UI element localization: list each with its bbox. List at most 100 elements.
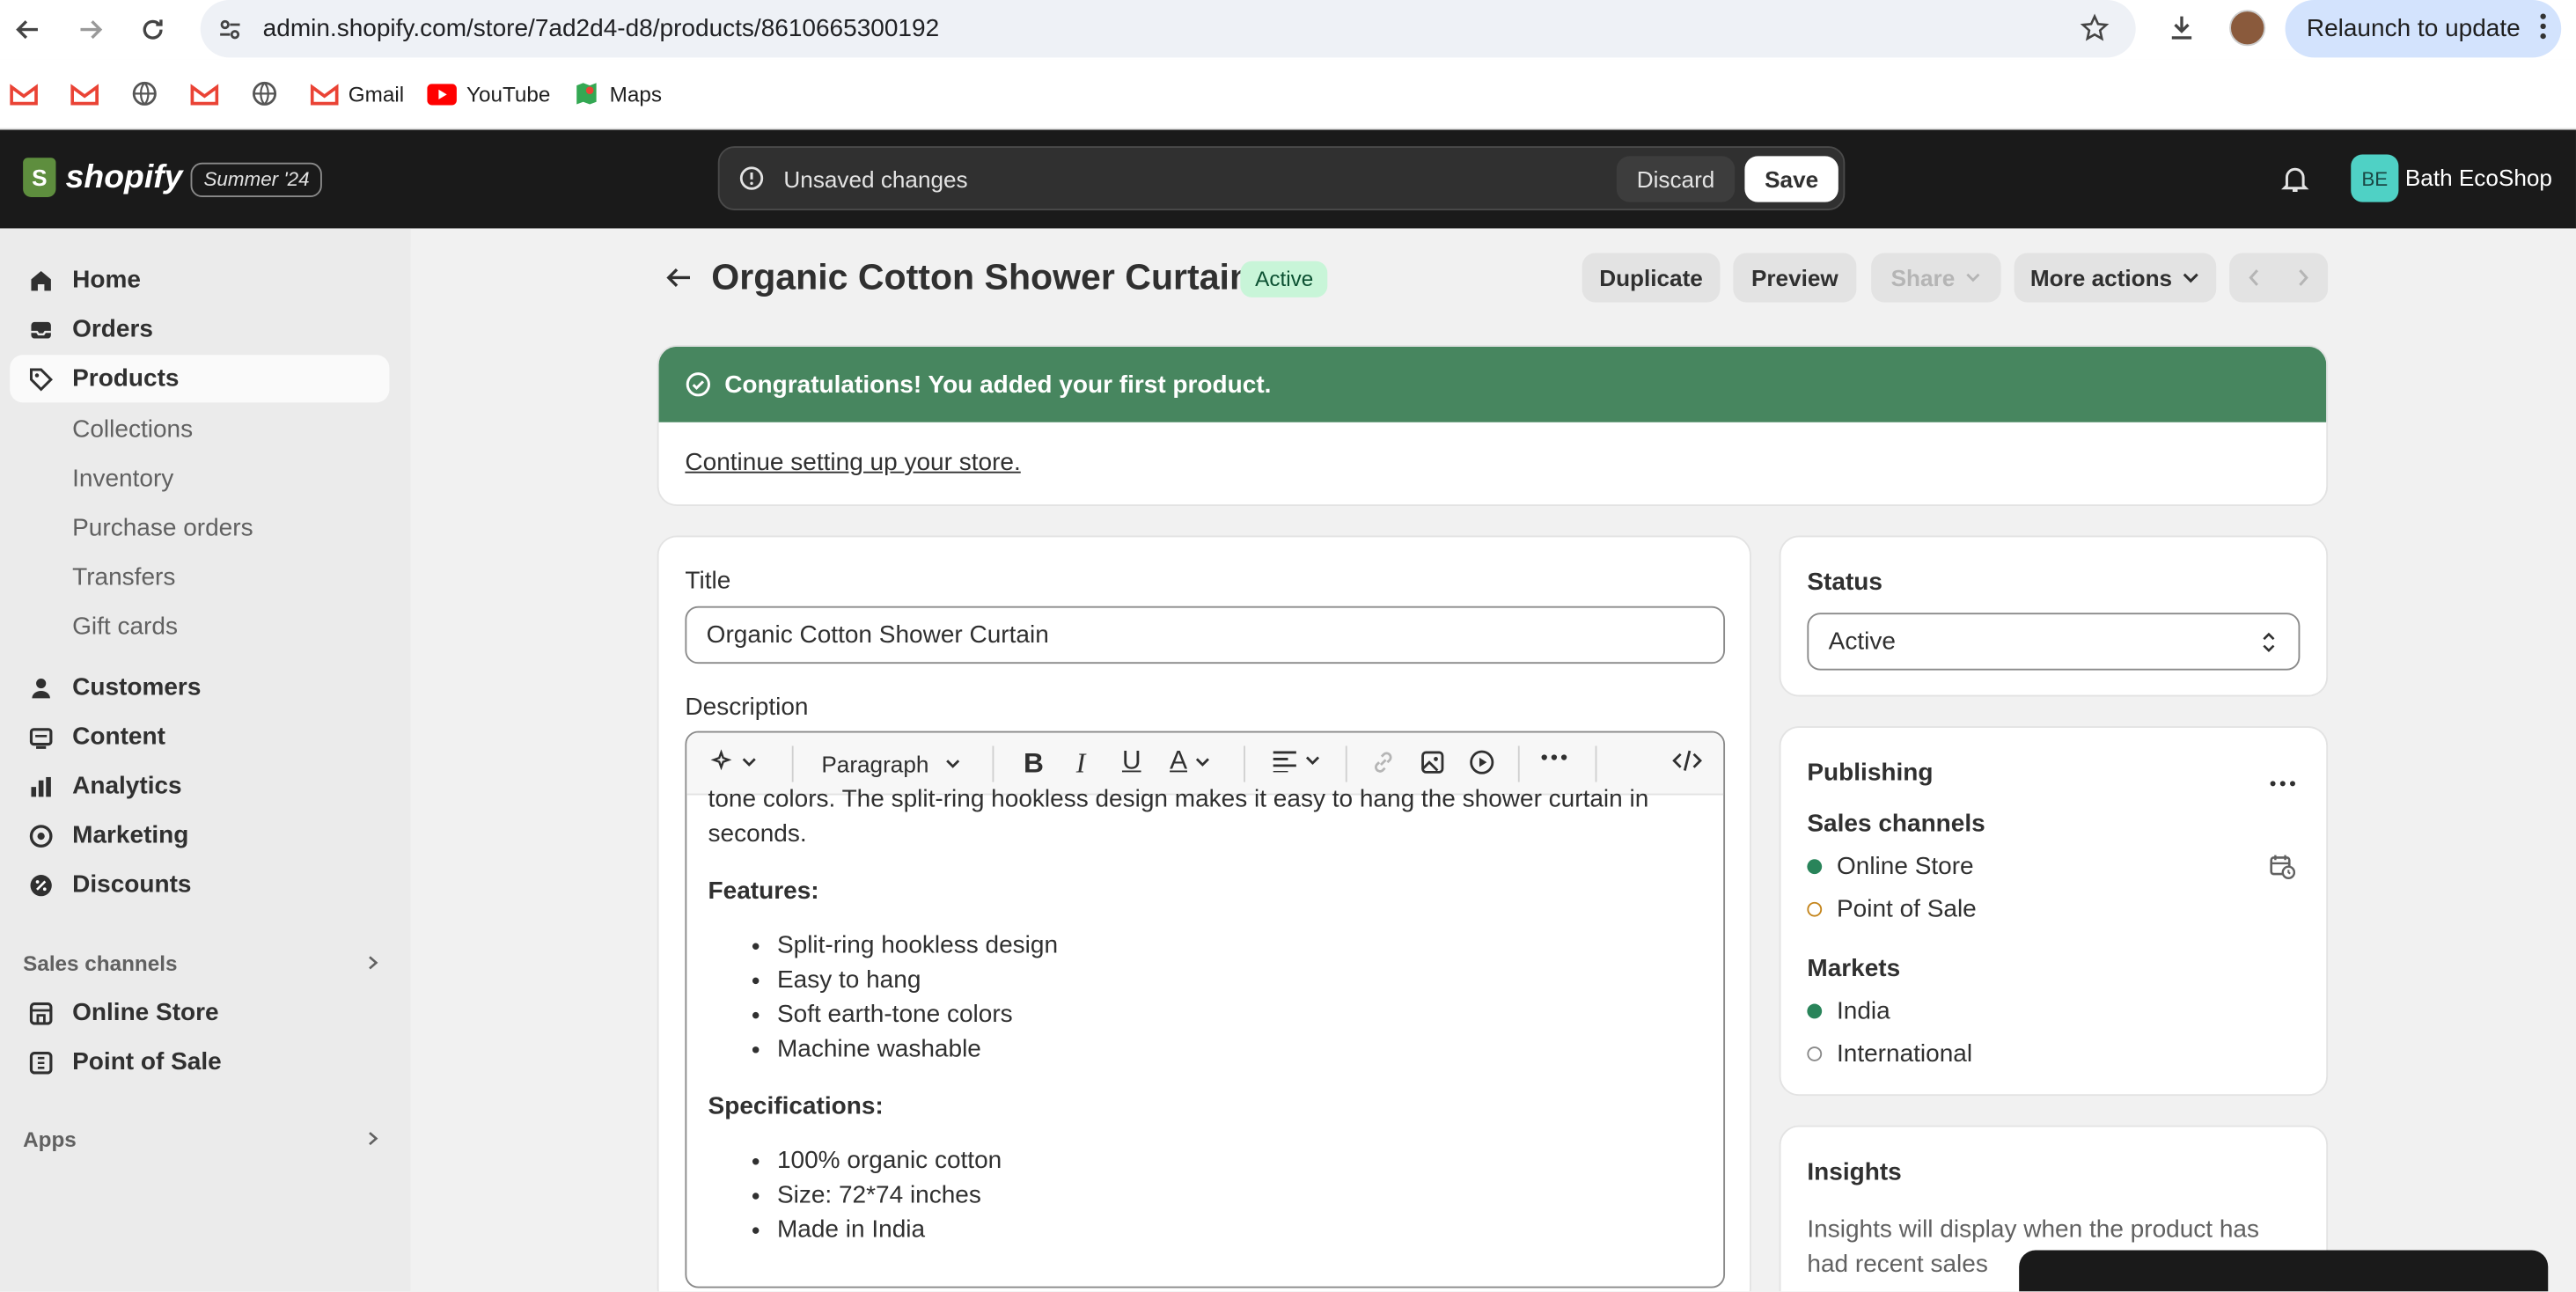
sidebar-item-online-store[interactable]: Online Store [10,989,389,1037]
forward-icon[interactable] [66,5,115,55]
sidebar-item-label: Online Store [72,998,219,1027]
sidebar-subitem-transfers[interactable]: Transfers [72,563,175,591]
paragraph-select-label: Paragraph [821,751,929,777]
sidebar-subitem-purchase-orders[interactable]: Purchase orders [72,514,253,542]
code-view-icon[interactable] [1672,749,1702,772]
edition-badge[interactable]: Summer '24 [190,162,323,198]
sidebar-item-home[interactable]: Home [10,256,389,304]
reload-icon[interactable] [128,5,178,55]
shopify-logo[interactable]: S shopify [23,158,182,198]
next-arrow-icon[interactable] [2279,268,2328,287]
chevron-right-icon [364,1127,381,1152]
preview-button[interactable]: Preview [1733,253,1857,303]
storefront-icon [10,1000,72,1026]
sidebar-item-marketing[interactable]: Marketing [10,811,389,859]
discard-button[interactable]: Discard [1616,156,1736,202]
bookmark-gmail-2[interactable] [70,83,108,105]
link-icon[interactable] [1370,749,1397,775]
continue-setup-link[interactable]: Continue setting up your store. [685,449,1020,477]
shopify-topbar: S shopify Summer '24 Unsaved changes Dis… [0,129,2576,229]
sidebar-item-content[interactable]: Content [10,713,389,760]
sidebar-item-point-of-sale[interactable]: Point of Sale [10,1039,389,1086]
sidebar-sales-channels-header[interactable]: Sales channels [23,951,381,976]
status-badge: Active [1240,261,1329,297]
shopify-bag-icon: S [23,158,56,198]
chevron-down-icon [2183,273,2199,283]
store-avatar[interactable]: BE [2351,154,2399,202]
sidebar-subitem-inventory[interactable]: Inventory [72,465,173,493]
relaunch-label: Relaunch to update [2306,14,2521,43]
bookmark-gmail-1[interactable] [10,83,48,105]
image-icon[interactable] [1420,749,1446,775]
sales-channels-label: Sales channels [1807,810,1985,839]
store-name[interactable]: Bath EcoShop [2405,165,2552,191]
bookmark-youtube[interactable]: YouTube [427,81,550,106]
more-horizontal-icon[interactable] [2269,767,2297,797]
list-item: Easy to hang [777,963,1702,997]
more-horizontal-icon[interactable] [1539,752,1569,762]
ai-magic-button[interactable] [709,749,757,774]
sidebar-item-orders[interactable]: Orders [10,305,389,353]
calendar-schedule-icon[interactable] [2269,853,2297,889]
home-icon [10,267,72,293]
status-heading: Status [1807,568,1882,597]
address-bar[interactable]: admin.shopify.com/store/7ad2d4-d8/produc… [200,0,2136,58]
notifications-bell-icon[interactable] [2280,165,2310,202]
market-india: India [1807,997,1890,1025]
save-button[interactable]: Save [1744,156,1838,202]
product-details-card: Title Organic Cotton Shower Curtain Desc… [657,535,1751,1292]
bookmark-maps[interactable]: Maps [574,80,662,106]
align-button[interactable] [1272,749,1321,773]
text-color-icon: A [1170,747,1188,776]
back-icon[interactable] [4,5,53,55]
tag-icon [10,365,72,392]
inbox-icon [10,316,72,342]
bookmark-globe-1[interactable] [131,80,167,106]
gmail-icon [10,83,38,105]
download-icon[interactable] [2167,13,2197,51]
toolbar-divider [1345,745,1347,782]
bookmark-gmail[interactable]: Gmail [310,81,404,106]
sidebar-apps-header[interactable]: Apps [23,1127,381,1152]
sidebar-item-label: Analytics [72,772,182,801]
site-settings-icon[interactable] [201,16,260,42]
bookmark-label: Maps [609,81,662,106]
bookmark-star-icon[interactable] [2080,13,2110,51]
more-actions-button[interactable]: More actions [2014,253,2217,303]
insights-heading: Insights [1807,1158,1902,1186]
description-editor: Paragraph B I U A tone colors. The split… [685,730,1726,1288]
sidebar-item-analytics[interactable]: Analytics [10,762,389,810]
relaunch-button[interactable]: Relaunch to update [2285,0,2562,58]
sidebar-item-customers[interactable]: Customers [10,664,389,711]
sidebar-subitem-gift-cards[interactable]: Gift cards [72,613,178,641]
title-input[interactable]: Organic Cotton Shower Curtain [685,606,1726,664]
paragraph-select[interactable]: Paragraph [821,751,961,777]
status-dot [1807,1003,1823,1019]
duplicate-button[interactable]: Duplicate [1582,253,1721,303]
underline-icon[interactable]: U [1122,747,1141,777]
kebab-menu-icon[interactable] [2538,11,2548,48]
bookmark-gmail-3[interactable] [190,83,229,105]
sidebar-subitem-collections[interactable]: Collections [72,415,193,444]
toast-notification[interactable] [2019,1250,2549,1292]
sidebar-item-discounts[interactable]: Discounts [10,861,389,908]
description-content[interactable]: tone colors. The split-ring hookless des… [708,782,1702,1247]
insights-text-line: had recent sales [1807,1250,1988,1279]
market-international: International [1807,1040,1972,1068]
italic-icon[interactable]: I [1076,747,1086,780]
description-intro-cont: seconds. [708,819,807,848]
url-text[interactable]: admin.shopify.com/store/7ad2d4-d8/produc… [263,15,939,43]
bold-icon[interactable]: B [1024,747,1044,780]
video-icon[interactable] [1469,749,1495,775]
back-arrow-icon[interactable] [664,265,694,299]
previous-arrow-icon[interactable] [2229,268,2279,287]
share-button[interactable]: Share [1871,253,2001,303]
text-color-button[interactable]: A [1170,747,1210,777]
chevron-down-icon [1195,758,1209,767]
status-select[interactable]: Active [1807,613,2301,671]
sidebar-item-products[interactable]: Products [10,355,390,403]
bookmark-globe-2[interactable] [252,80,288,106]
profile-avatar[interactable] [2229,10,2266,47]
banner-header: Congratulations! You added your first pr… [658,346,2327,422]
market-label: International [1836,1039,1973,1068]
